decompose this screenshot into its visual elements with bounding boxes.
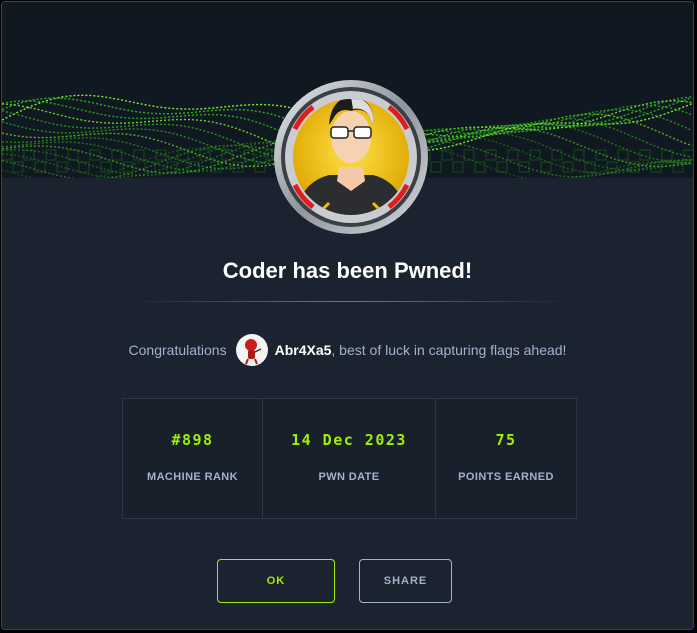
stat-machine-rank: #898 MACHINE RANK (123, 399, 263, 518)
share-button[interactable]: SHARE (359, 559, 452, 603)
stat-label: PWN DATE (318, 471, 380, 483)
username-link[interactable]: Abr4Xa5 (275, 342, 332, 358)
stat-value: #898 (171, 431, 214, 449)
stat-label: POINTS EARNED (458, 471, 554, 483)
stats-panel: #898 MACHINE RANK 14 Dec 2023 PWN DATE 7… (122, 398, 577, 519)
modal-title: Coder has been Pwned! (222, 258, 473, 283)
user-avatar-icon[interactable] (235, 334, 268, 366)
congrats-suffix: , best of luck in capturing flags ahead! (331, 342, 567, 358)
stat-value: 75 (495, 431, 517, 449)
machine-avatar (273, 79, 429, 235)
congrats-prefix: Congratulations (128, 342, 227, 358)
stat-value: 14 Dec 2023 (291, 431, 407, 449)
ok-button[interactable]: OK (217, 559, 335, 603)
stat-pwn-date: 14 Dec 2023 PWN DATE (263, 399, 436, 518)
title-divider (127, 301, 569, 302)
congrats-message: Congratulations Abr4Xa5 , best of luck i… (2, 334, 693, 366)
stat-points-earned: 75 POINTS EARNED (436, 399, 576, 518)
stat-label: MACHINE RANK (147, 471, 238, 483)
pwned-modal: Coder has been Pwned! Congratulations Ab… (1, 1, 694, 630)
